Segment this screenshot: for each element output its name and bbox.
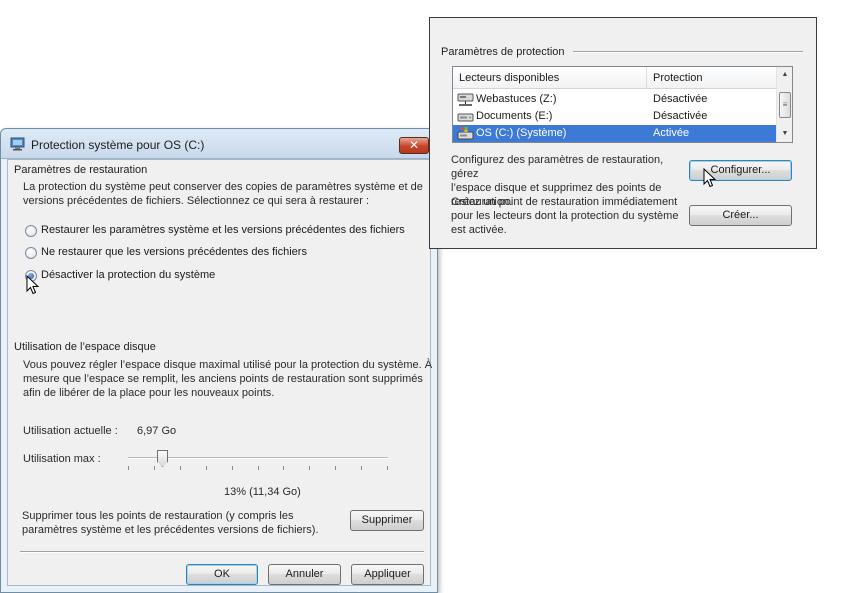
computer-icon xyxy=(10,137,25,151)
drive-status: Activée xyxy=(653,127,690,139)
dialog-titlebar[interactable]: Protection système pour OS (C:) ✕ xyxy=(1,129,437,159)
slider-tick xyxy=(206,466,207,470)
slider-tick xyxy=(283,466,284,470)
disk-usage-description-line: Vous pouvez régler l’espace disque maxim… xyxy=(23,359,433,371)
slider-tick xyxy=(387,466,388,470)
protection-settings-panel: Paramètres de protection Lecteurs dispon… xyxy=(429,17,817,249)
current-usage-label: Utilisation actuelle : xyxy=(23,425,118,437)
delete-points-text-line: paramètres système et les précédentes ve… xyxy=(22,524,319,536)
system-protection-dialog: Protection système pour OS (C:) ✕ Paramè… xyxy=(0,128,438,593)
radio-indicator[interactable] xyxy=(25,247,37,259)
scrollbar-thumb[interactable]: ≡ xyxy=(779,92,791,118)
divider xyxy=(20,551,424,553)
radio-label[interactable]: Désactiver la protection du système xyxy=(41,269,215,281)
max-usage-slider-thumb[interactable] xyxy=(157,450,168,467)
radio-label[interactable]: Restaurer les paramètres système et les … xyxy=(41,224,405,236)
slider-tick xyxy=(128,466,129,470)
drives-list[interactable]: Lecteurs disponibles Protection Webastuc… xyxy=(452,66,793,143)
configure-description-line: l’espace disque et supprimez des points … xyxy=(451,182,662,194)
mouse-cursor-icon xyxy=(703,168,717,188)
create-description-line: Créez un point de restauration immédiate… xyxy=(451,196,678,208)
restore-group-title: Paramètres de restauration xyxy=(14,164,148,176)
restore-description-line: La protection du système peut conserver … xyxy=(23,181,423,193)
restore-description-line: versions précédentes de fichiers. Sélect… xyxy=(23,195,370,207)
dialog-title: Protection système pour OS (C:) xyxy=(31,138,205,152)
delete-points-text: Supprimer tous les points de restauratio… xyxy=(22,509,352,537)
slider-tick xyxy=(258,466,259,470)
drive-name: Documents (E:) xyxy=(476,110,553,122)
apply-button[interactable]: Appliquer xyxy=(351,564,424,585)
slider-tick xyxy=(154,466,155,470)
drives-list-scrollbar[interactable]: ▲ ≡ ▼ xyxy=(776,67,792,142)
slider-tick xyxy=(309,466,310,470)
radio-label[interactable]: Ne restaurer que les versions précédente… xyxy=(41,246,307,258)
slider-ticks xyxy=(128,466,388,470)
create-description: Créez un point de restauration immédiate… xyxy=(451,195,691,237)
drive-status: Désactivée xyxy=(653,110,708,122)
slider-tick xyxy=(232,466,233,470)
column-header-protection[interactable]: Protection xyxy=(653,72,703,84)
protection-group-title: Paramètres de protection xyxy=(441,46,565,58)
create-description-line: pour les lecteurs dont la protection du … xyxy=(451,210,679,222)
create-description-line: est activée. xyxy=(451,224,507,236)
drive-name: OS (C:) (Système) xyxy=(476,127,567,139)
cancel-button[interactable]: Annuler xyxy=(268,564,341,585)
dialog-client-area: Paramètres de restauration La protection… xyxy=(7,159,433,586)
create-button[interactable]: Créer... xyxy=(689,205,792,226)
scroll-up-arrow-icon[interactable]: ▲ xyxy=(777,68,793,82)
drive-row-webastuces[interactable]: Webastuces (Z:) Désactivée xyxy=(453,91,777,108)
disk-usage-group-title: Utilisation de l’espace disque xyxy=(14,341,156,353)
slider-tick xyxy=(180,466,181,470)
disk-usage-description: Vous pouvez régler l’espace disque maxim… xyxy=(23,358,433,400)
delete-points-text-line: Supprimer tous les points de restauratio… xyxy=(22,510,294,522)
drive-status: Désactivée xyxy=(653,93,708,105)
scroll-down-arrow-icon[interactable]: ▼ xyxy=(777,127,793,141)
drive-name: Webastuces (Z:) xyxy=(476,93,557,105)
column-header-drives[interactable]: Lecteurs disponibles xyxy=(459,72,559,84)
network-drive-icon xyxy=(457,93,474,106)
restore-description: La protection du système peut conserver … xyxy=(23,180,423,208)
max-usage-value: 13% (11,34 Go) xyxy=(224,486,301,498)
max-usage-label: Utilisation max : xyxy=(23,453,101,465)
close-button[interactable]: ✕ xyxy=(399,137,429,154)
current-usage-value: 6,97 Go xyxy=(137,425,177,437)
drive-row-documents[interactable]: Documents (E:) Désactivée xyxy=(453,108,777,125)
drives-list-header: Lecteurs disponibles Protection xyxy=(453,67,777,89)
hard-drive-icon xyxy=(457,113,474,122)
system-drive-icon xyxy=(457,127,474,140)
disk-usage-description-line: afin de libérer de la place pour les nou… xyxy=(23,387,275,399)
disk-usage-description-line: mesure que l’espace se remplit, les anci… xyxy=(23,373,423,385)
ok-button[interactable]: OK xyxy=(186,564,258,585)
drive-row-os-c[interactable]: OS (C:) (Système) Activée xyxy=(453,125,777,142)
configure-description-line: Configurez des paramètres de restauratio… xyxy=(451,154,664,180)
radio-indicator[interactable] xyxy=(25,225,37,237)
slider-tick xyxy=(361,466,362,470)
slider-tick xyxy=(335,466,336,470)
delete-button[interactable]: Supprimer xyxy=(350,510,424,531)
mouse-cursor-icon xyxy=(26,275,40,295)
group-divider xyxy=(573,51,803,53)
column-separator[interactable] xyxy=(646,67,647,89)
